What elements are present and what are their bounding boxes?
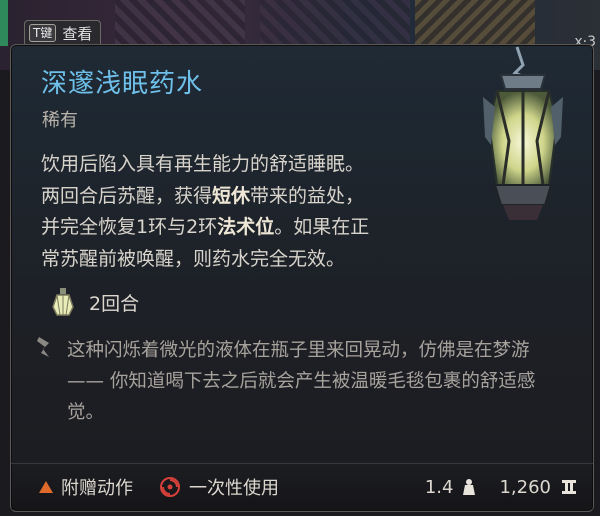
price-value: 1,260 <box>499 476 551 498</box>
gold-icon <box>562 480 576 494</box>
keyword-spell-slot[interactable]: 法术位 <box>217 216 274 238</box>
description-line: 常苏醒前被唤醒，则药水完全无效。 <box>41 247 346 270</box>
inspect-label: 查看 <box>62 24 93 43</box>
action-type: 附赠动作 <box>39 474 133 500</box>
item-rarity: 稀有 <box>42 110 78 131</box>
item-weight: 1.4 <box>425 477 478 498</box>
action-type-label: 附赠动作 <box>61 478 133 499</box>
flavor-text: 这种闪烁着微光的液体在瓶子里来回晃动，仿佛是在梦游 —— 你知道喝下去之后就会产… <box>67 340 536 423</box>
tooltip-footer: 附赠动作 一次性使用 1.4 1,260 <box>11 463 593 510</box>
scene-decoration <box>260 0 410 46</box>
weight-icon <box>463 479 476 495</box>
item-tooltip: 深邃浅眠药水 稀有 饮用后陷入具有再生能力的舒适睡眠。 两回合后苏醒，获得短休带… <box>10 44 594 512</box>
scene-edge <box>0 0 8 46</box>
usage-type: 一次性使用 <box>159 474 279 500</box>
keyword-short-rest[interactable]: 短休 <box>212 185 250 207</box>
item-name: 深邃浅眠药水 <box>41 69 204 99</box>
usage-label: 一次性使用 <box>189 478 279 499</box>
duration-text: 2回合 <box>89 292 140 315</box>
inspect-tab[interactable]: T键 查看 <box>24 20 102 45</box>
duration-row: 2回合 <box>49 285 139 319</box>
scene-decoration <box>415 0 535 46</box>
flavor-block: 这种闪烁着微光的液体在瓶子里来回晃动，仿佛是在梦游 —— 你知道喝下去之后就会产… <box>35 335 575 428</box>
flavor-quill-icon <box>37 337 49 357</box>
weight-value: 1.4 <box>424 476 454 498</box>
description-line: 并完全恢复1环与2环法术位。如果在正 <box>41 216 370 238</box>
bonus-action-icon <box>39 481 53 493</box>
description-line: 饮用后陷入具有再生能力的舒适睡眠。 <box>41 153 365 175</box>
item-price: 1,260 <box>499 477 579 498</box>
potion-lantern-icon <box>483 46 563 220</box>
scene-decoration <box>115 0 245 46</box>
item-description: 饮用后陷入具有再生能力的舒适睡眠。 两回合后苏醒，获得短休带来的益处， 并完全恢… <box>41 149 421 275</box>
single-use-icon <box>160 477 180 497</box>
duration-icon <box>52 288 74 316</box>
hotkey-badge: T键 <box>29 24 57 42</box>
description-line: 两回合后苏醒，获得短休带来的益处， <box>41 184 365 207</box>
